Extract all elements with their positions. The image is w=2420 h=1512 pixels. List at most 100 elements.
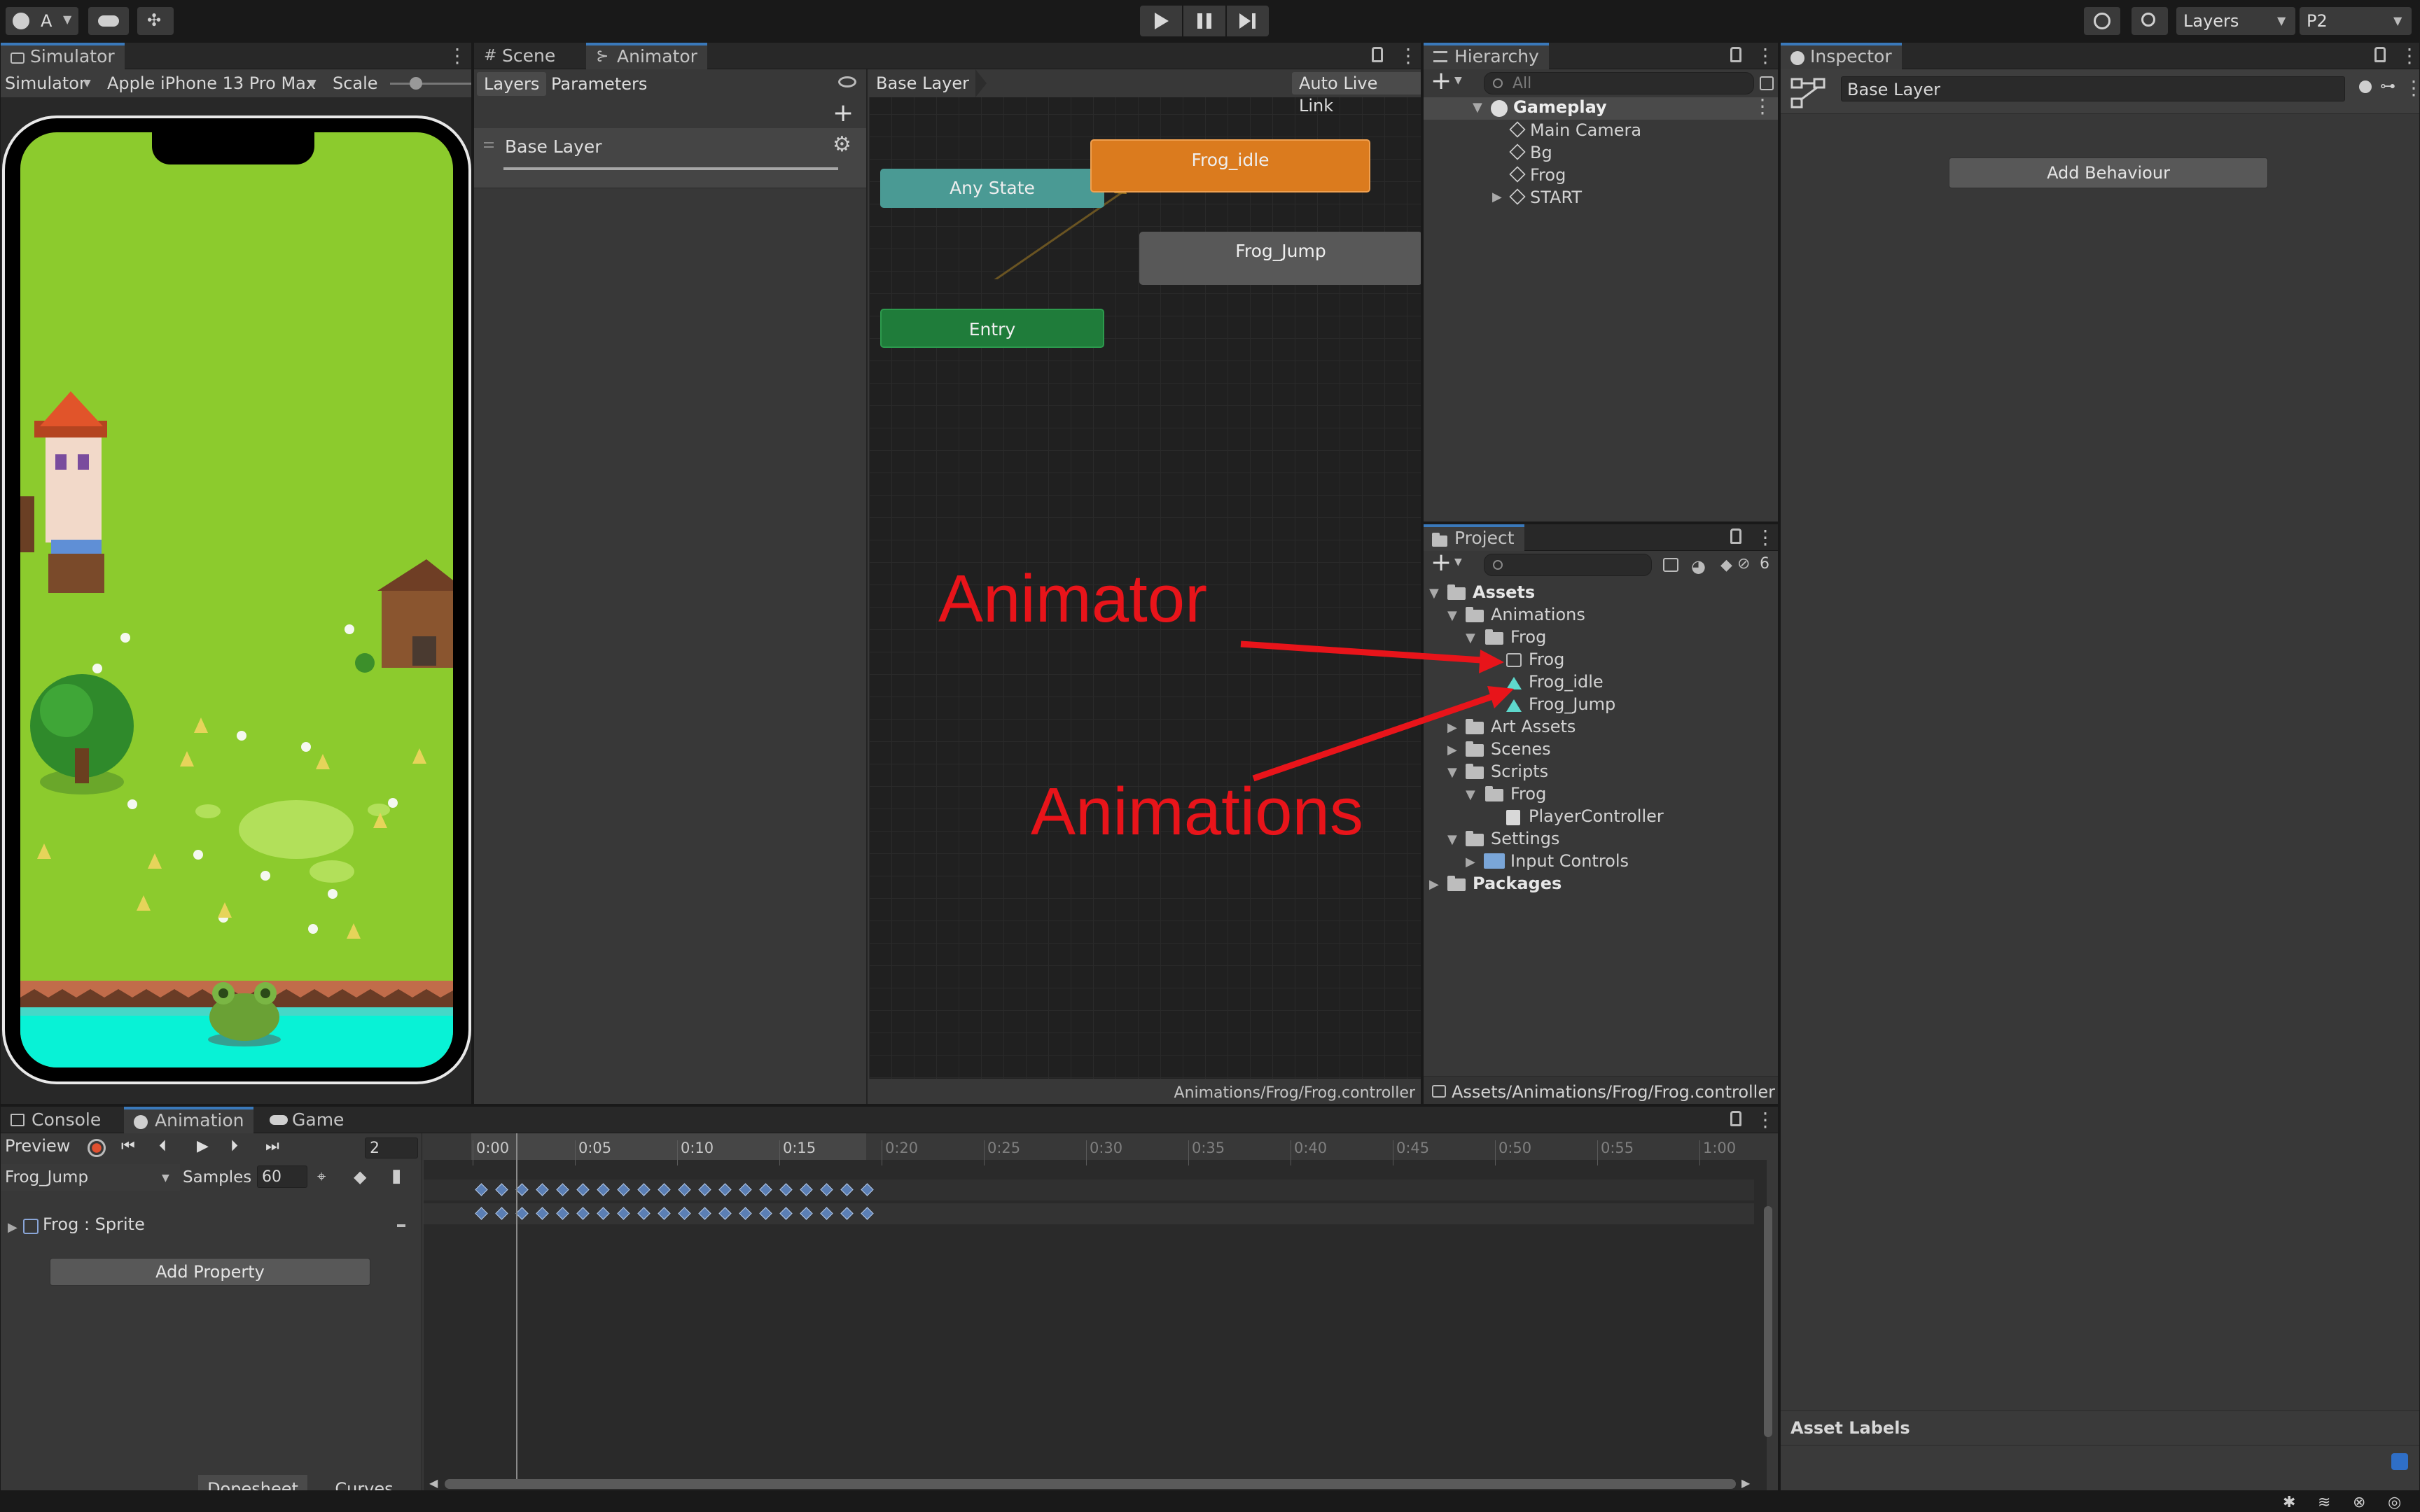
play-button[interactable] xyxy=(1140,6,1182,36)
chevron-down-icon[interactable]: ▼ xyxy=(1454,75,1462,86)
layers-tab[interactable]: Layers xyxy=(477,72,547,96)
collab-button[interactable]: ✣ xyxy=(137,7,174,35)
chevron-down-icon[interactable]: ▼ xyxy=(1473,100,1482,115)
add-event-icon[interactable]: ▮ xyxy=(391,1166,401,1186)
add-layer-icon[interactable]: + xyxy=(833,99,854,127)
cloud-button[interactable] xyxy=(88,7,129,35)
hierarchy-item[interactable]: Frog xyxy=(1508,164,1566,186)
lock-icon[interactable] xyxy=(2374,47,2386,62)
search-options-icon[interactable] xyxy=(1760,76,1774,90)
scrollbar-horizontal[interactable] xyxy=(445,1479,1736,1489)
scale-slider-track[interactable] xyxy=(390,83,471,85)
pause-button[interactable] xyxy=(1183,6,1225,36)
tab-hierarchy[interactable]: Hierarchy xyxy=(1424,43,1549,69)
project-item-input-controls[interactable]: Input Controls xyxy=(1510,850,1629,872)
debug-icon[interactable]: ✱ xyxy=(2283,1494,2295,1511)
lock-icon[interactable] xyxy=(1730,47,1741,62)
more-icon[interactable]: ⋮ xyxy=(1398,44,1418,67)
layer-item-base[interactable]: Base Layer ⚙ xyxy=(474,128,866,188)
more-icon[interactable]: ⋮ xyxy=(1755,526,1775,549)
chevron-right-icon[interactable]: ▶ xyxy=(1492,190,1502,204)
stack-icon[interactable]: ≋ xyxy=(2318,1494,2330,1511)
preview-button[interactable]: Preview xyxy=(5,1136,70,1156)
inspector-title-field[interactable]: Base Layer xyxy=(1841,76,2345,102)
frame-field[interactable]: 2 xyxy=(365,1138,418,1158)
more-icon[interactable]: ⋮ xyxy=(1753,94,1772,118)
node-entry[interactable]: Entry xyxy=(880,309,1104,348)
label-tag-icon[interactable] xyxy=(2391,1453,2408,1470)
hierarchy-root-row[interactable]: ▼ Gameplay ⋮ xyxy=(1424,94,1778,120)
lock-icon[interactable] xyxy=(1730,528,1741,544)
first-key-icon[interactable]: ⏮ xyxy=(121,1138,135,1155)
chevron-right-icon[interactable]: ▶ xyxy=(1429,877,1439,892)
settings-sliders-icon[interactable]: ⊶ xyxy=(2380,78,2395,95)
project-search[interactable] xyxy=(1484,554,1652,576)
property-label[interactable]: Frog : Sprite xyxy=(43,1214,145,1234)
play-icon[interactable]: ▶ xyxy=(197,1138,209,1155)
gear-icon[interactable]: ⚙ xyxy=(833,132,851,157)
samples-field[interactable]: 60 xyxy=(257,1166,307,1188)
playhead[interactable] xyxy=(516,1133,517,1483)
chevron-down-icon[interactable]: ▼ xyxy=(1429,586,1439,601)
tab-console[interactable]: Console xyxy=(1,1107,111,1133)
project-item-player-controller[interactable]: PlayerController xyxy=(1529,806,1664,827)
progress-icon[interactable]: ◎ xyxy=(2388,1494,2401,1511)
search-button[interactable] xyxy=(2132,7,2168,35)
remove-property-icon[interactable] xyxy=(397,1224,405,1227)
record-icon[interactable] xyxy=(88,1139,106,1157)
keyframe-filter-icon[interactable]: ⌖ xyxy=(317,1168,326,1186)
account-dropdown[interactable]: A ▼ xyxy=(6,7,78,35)
curves-tab[interactable]: Curves xyxy=(309,1475,419,1490)
more-icon[interactable]: ⋮ xyxy=(447,44,467,67)
eye-icon[interactable] xyxy=(838,76,856,88)
tab-animation[interactable]: Animation xyxy=(124,1107,254,1133)
tab-simulator[interactable]: Simulator xyxy=(1,43,125,69)
more-icon[interactable]: ⋮ xyxy=(2400,44,2419,67)
layout-dropdown[interactable]: P2 ▼ xyxy=(2300,7,2412,35)
hidden-packages-icon[interactable]: ⊘ xyxy=(1737,555,1750,573)
next-key-icon[interactable]: ⏵ xyxy=(230,1138,238,1155)
clip-dropdown[interactable]: Frog_Jump ▼ xyxy=(1,1164,180,1191)
drag-handle-icon[interactable] xyxy=(484,142,494,148)
chevron-right-icon[interactable]: ▶ xyxy=(8,1220,18,1235)
tab-inspector[interactable]: Inspector xyxy=(1781,43,1902,69)
node-any-state[interactable]: Any State xyxy=(880,169,1104,208)
tab-animator[interactable]: ⊱ Animator xyxy=(586,43,707,69)
node-frog-jump[interactable]: Frog_Jump xyxy=(1139,232,1421,285)
filter-icon[interactable]: ◕ xyxy=(1691,556,1706,576)
layers-dropdown[interactable]: Layers ▼ xyxy=(2176,7,2295,35)
scale-slider-handle[interactable] xyxy=(410,77,422,90)
label-icon[interactable]: ◆ xyxy=(1720,556,1732,574)
search-by-type-icon[interactable] xyxy=(1663,558,1678,572)
scroll-right-icon[interactable]: ▶ xyxy=(1741,1476,1750,1490)
simulator-mode-dropdown[interactable]: Simulator xyxy=(5,74,86,93)
more-icon[interactable]: ⋮ xyxy=(1755,1108,1775,1131)
project-item-settings[interactable]: Settings xyxy=(1491,828,1559,849)
tab-project[interactable]: Project xyxy=(1424,524,1524,551)
game-screen[interactable] xyxy=(20,132,453,1068)
chevron-down-icon[interactable]: ▼ xyxy=(1454,556,1462,568)
hierarchy-search[interactable]: All xyxy=(1484,72,1754,94)
scrollbar-vertical[interactable] xyxy=(1764,1206,1772,1437)
tab-game[interactable]: Game xyxy=(260,1107,354,1133)
lock-icon[interactable] xyxy=(1372,47,1383,62)
chevron-right-icon[interactable]: ▶ xyxy=(1466,855,1475,869)
project-item-assets[interactable]: Assets xyxy=(1473,582,1535,603)
prev-key-icon[interactable]: ⏴ xyxy=(159,1138,167,1155)
hierarchy-item[interactable]: START xyxy=(1508,187,1582,208)
project-item-packages[interactable]: Packages xyxy=(1473,873,1562,894)
lock-icon[interactable] xyxy=(1730,1111,1741,1126)
add-property-button[interactable]: Add Property xyxy=(50,1258,370,1286)
project-item-frog-jump[interactable]: Frog_Jump xyxy=(1529,694,1615,715)
timeline[interactable]: 0:00 0:05 0:10 0:15 0:20 0:25 0:30 0:35 0:40 0:45… xyxy=(424,1133,1772,1490)
add-behaviour-button[interactable]: Add Behaviour xyxy=(1949,158,2268,188)
help-icon[interactable] xyxy=(2359,80,2372,93)
step-button[interactable] xyxy=(1227,6,1269,36)
chevron-down-icon[interactable]: ▼ xyxy=(1447,832,1457,847)
add-icon[interactable]: + xyxy=(1431,66,1452,95)
last-key-icon[interactable]: ⏭ xyxy=(265,1138,279,1155)
parameters-tab[interactable]: Parameters xyxy=(544,72,654,96)
add-icon[interactable]: + xyxy=(1431,548,1452,577)
hierarchy-item[interactable]: Main Camera xyxy=(1508,120,1641,141)
add-keyframe-icon[interactable]: ◆ xyxy=(354,1167,366,1186)
